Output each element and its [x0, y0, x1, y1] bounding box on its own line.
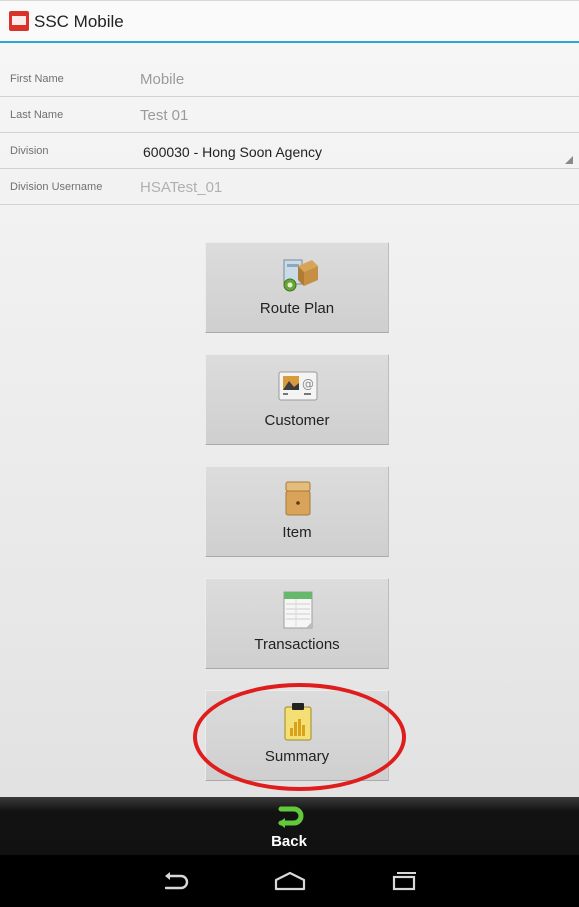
last-name-value: Test 01 — [140, 107, 189, 124]
summary-highlight-annotation — [193, 683, 406, 791]
customer-icon: @ — [278, 371, 318, 401]
transactions-sheet-icon — [283, 591, 313, 629]
user-info-form: First Name Mobile Last Name Test 01 Divi… — [0, 61, 579, 205]
bottom-action-bar: Back — [0, 797, 579, 855]
item-box-icon — [285, 481, 311, 516]
recent-apps-icon[interactable] — [387, 870, 423, 892]
last-name-row: Last Name Test 01 — [0, 97, 579, 133]
action-bar: SSC Mobile — [0, 0, 579, 43]
route-plan-button[interactable]: Route Plan — [205, 242, 389, 333]
back-button[interactable]: Back — [266, 805, 312, 851]
division-select[interactable]: 600030 - Hong Soon Agency — [143, 144, 322, 160]
division-username-value: HSATest_01 — [140, 179, 223, 196]
customer-button[interactable]: @ Customer — [205, 354, 389, 445]
item-label: Item — [282, 524, 312, 541]
dropdown-triangle-icon[interactable] — [565, 156, 573, 164]
back-arrow-icon[interactable] — [157, 870, 193, 892]
transactions-label: Transactions — [254, 636, 340, 653]
customer-label: Customer — [264, 412, 330, 429]
route-plan-label: Route Plan — [259, 300, 335, 317]
home-icon[interactable] — [272, 870, 308, 892]
last-name-label: Last Name — [10, 109, 64, 121]
first-name-value: Mobile — [140, 71, 185, 88]
division-username-label: Division Username — [10, 181, 103, 193]
app-screen: SSC Mobile First Name Mobile Last Name T… — [0, 0, 579, 907]
back-arrow-green-icon — [278, 806, 304, 828]
android-navigation-bar — [0, 855, 579, 907]
division-row[interactable]: Division 600030 - Hong Soon Agency — [0, 133, 579, 169]
svg-text:@: @ — [302, 377, 314, 391]
first-name-row: First Name Mobile — [0, 61, 579, 97]
ssc-app-icon — [9, 11, 29, 31]
first-name-label: First Name — [10, 73, 64, 85]
division-username-row: Division Username HSATest_01 — [0, 169, 579, 205]
route-plan-icon — [283, 259, 318, 292]
transactions-button[interactable]: Transactions — [205, 578, 389, 669]
item-button[interactable]: Item — [205, 466, 389, 557]
back-label: Back — [271, 833, 307, 850]
division-label: Division — [10, 145, 49, 157]
app-title: SSC Mobile — [34, 12, 124, 31]
